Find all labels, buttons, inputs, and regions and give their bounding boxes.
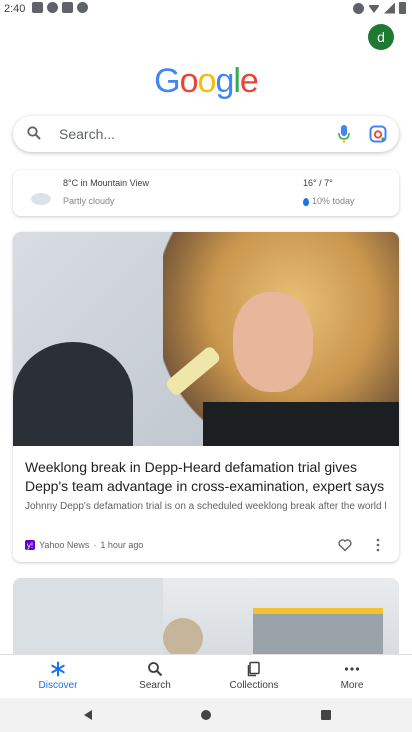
news-snippet: Johnny Depp's defamation trial is on a s… [25, 501, 387, 512]
avatar-initial: d [377, 29, 385, 45]
asterisk-icon [51, 661, 65, 677]
wifi-icon [368, 5, 380, 13]
bottom-navigation: Discover Search Collections More [0, 654, 412, 696]
nav-more[interactable]: More [317, 661, 387, 691]
news-title[interactable]: Weeklong break in Depp-Heard defamation … [25, 458, 389, 496]
signal-icon [384, 2, 395, 14]
news-image [13, 232, 399, 446]
publisher-logo-icon: y! [25, 540, 35, 550]
recents-icon[interactable] [321, 710, 331, 720]
next-news-card-preview[interactable] [13, 578, 399, 658]
nav-collections-label: Collections [229, 680, 279, 691]
logo-letter: o [179, 62, 199, 100]
account-avatar[interactable]: d [368, 24, 394, 50]
system-navigation-bar [0, 698, 412, 732]
location-notification-icon [47, 2, 58, 13]
more-options-icon[interactable] [375, 538, 381, 552]
status-bar: 2:40 [0, 0, 412, 18]
alarm-icon [353, 2, 364, 14]
sync-notification-icon [77, 2, 88, 13]
google-logo: Google [0, 62, 412, 101]
status-time: 2:40 [4, 3, 26, 15]
search-box[interactable] [13, 116, 399, 152]
weather-card[interactable]: 8°C in Mountain View Partly cloudy 16° /… [13, 170, 399, 216]
collections-icon [247, 661, 260, 677]
nav-search[interactable]: Search [120, 661, 190, 691]
google-lens-icon[interactable] [369, 125, 387, 143]
partly-cloudy-icon [29, 184, 51, 205]
notification-icons [32, 2, 88, 13]
weather-condition: Partly cloudy [63, 196, 115, 206]
nav-discover-label: Discover [38, 680, 78, 691]
logo-letter: g [215, 62, 234, 100]
logo-letter: e [239, 62, 259, 100]
more-horizontal-icon [344, 667, 360, 671]
weather-rain-chance: 10% today [303, 196, 355, 206]
home-icon[interactable] [201, 710, 211, 720]
news-meta: y! Yahoo News · 1 hour ago [25, 540, 143, 550]
rain-chance-text: 10% today [312, 196, 355, 206]
nav-more-label: More [340, 680, 364, 691]
nav-search-label: Search [139, 680, 171, 691]
rain-drop-icon [303, 197, 309, 206]
weather-temperature-location: 8°C in Mountain View [63, 178, 149, 188]
logo-letter: G [154, 62, 180, 100]
storage-notification-icon [62, 2, 73, 13]
battery-icon [399, 2, 406, 14]
search-input[interactable] [59, 122, 319, 146]
news-age: 1 hour ago [100, 540, 144, 550]
nav-collections[interactable]: Collections [219, 661, 289, 691]
weather-high-low: 16° / 7° [303, 178, 333, 188]
microphone-icon[interactable] [337, 124, 351, 144]
news-card[interactable]: Weeklong break in Depp-Heard defamation … [13, 232, 399, 562]
search-icon [148, 662, 163, 677]
meta-separator: · [93, 540, 97, 550]
heart-icon[interactable] [338, 538, 352, 552]
system-status-icons [353, 2, 406, 14]
logo-letter: o [197, 62, 217, 100]
google-app-screen: 2:40 d Google Search... 8°C in Mountain … [0, 0, 412, 732]
search-icon [27, 126, 41, 140]
news-publisher: Yahoo News [39, 540, 90, 550]
news-notification-icon [32, 2, 43, 13]
back-icon[interactable] [84, 710, 92, 720]
nav-discover[interactable]: Discover [23, 661, 93, 691]
